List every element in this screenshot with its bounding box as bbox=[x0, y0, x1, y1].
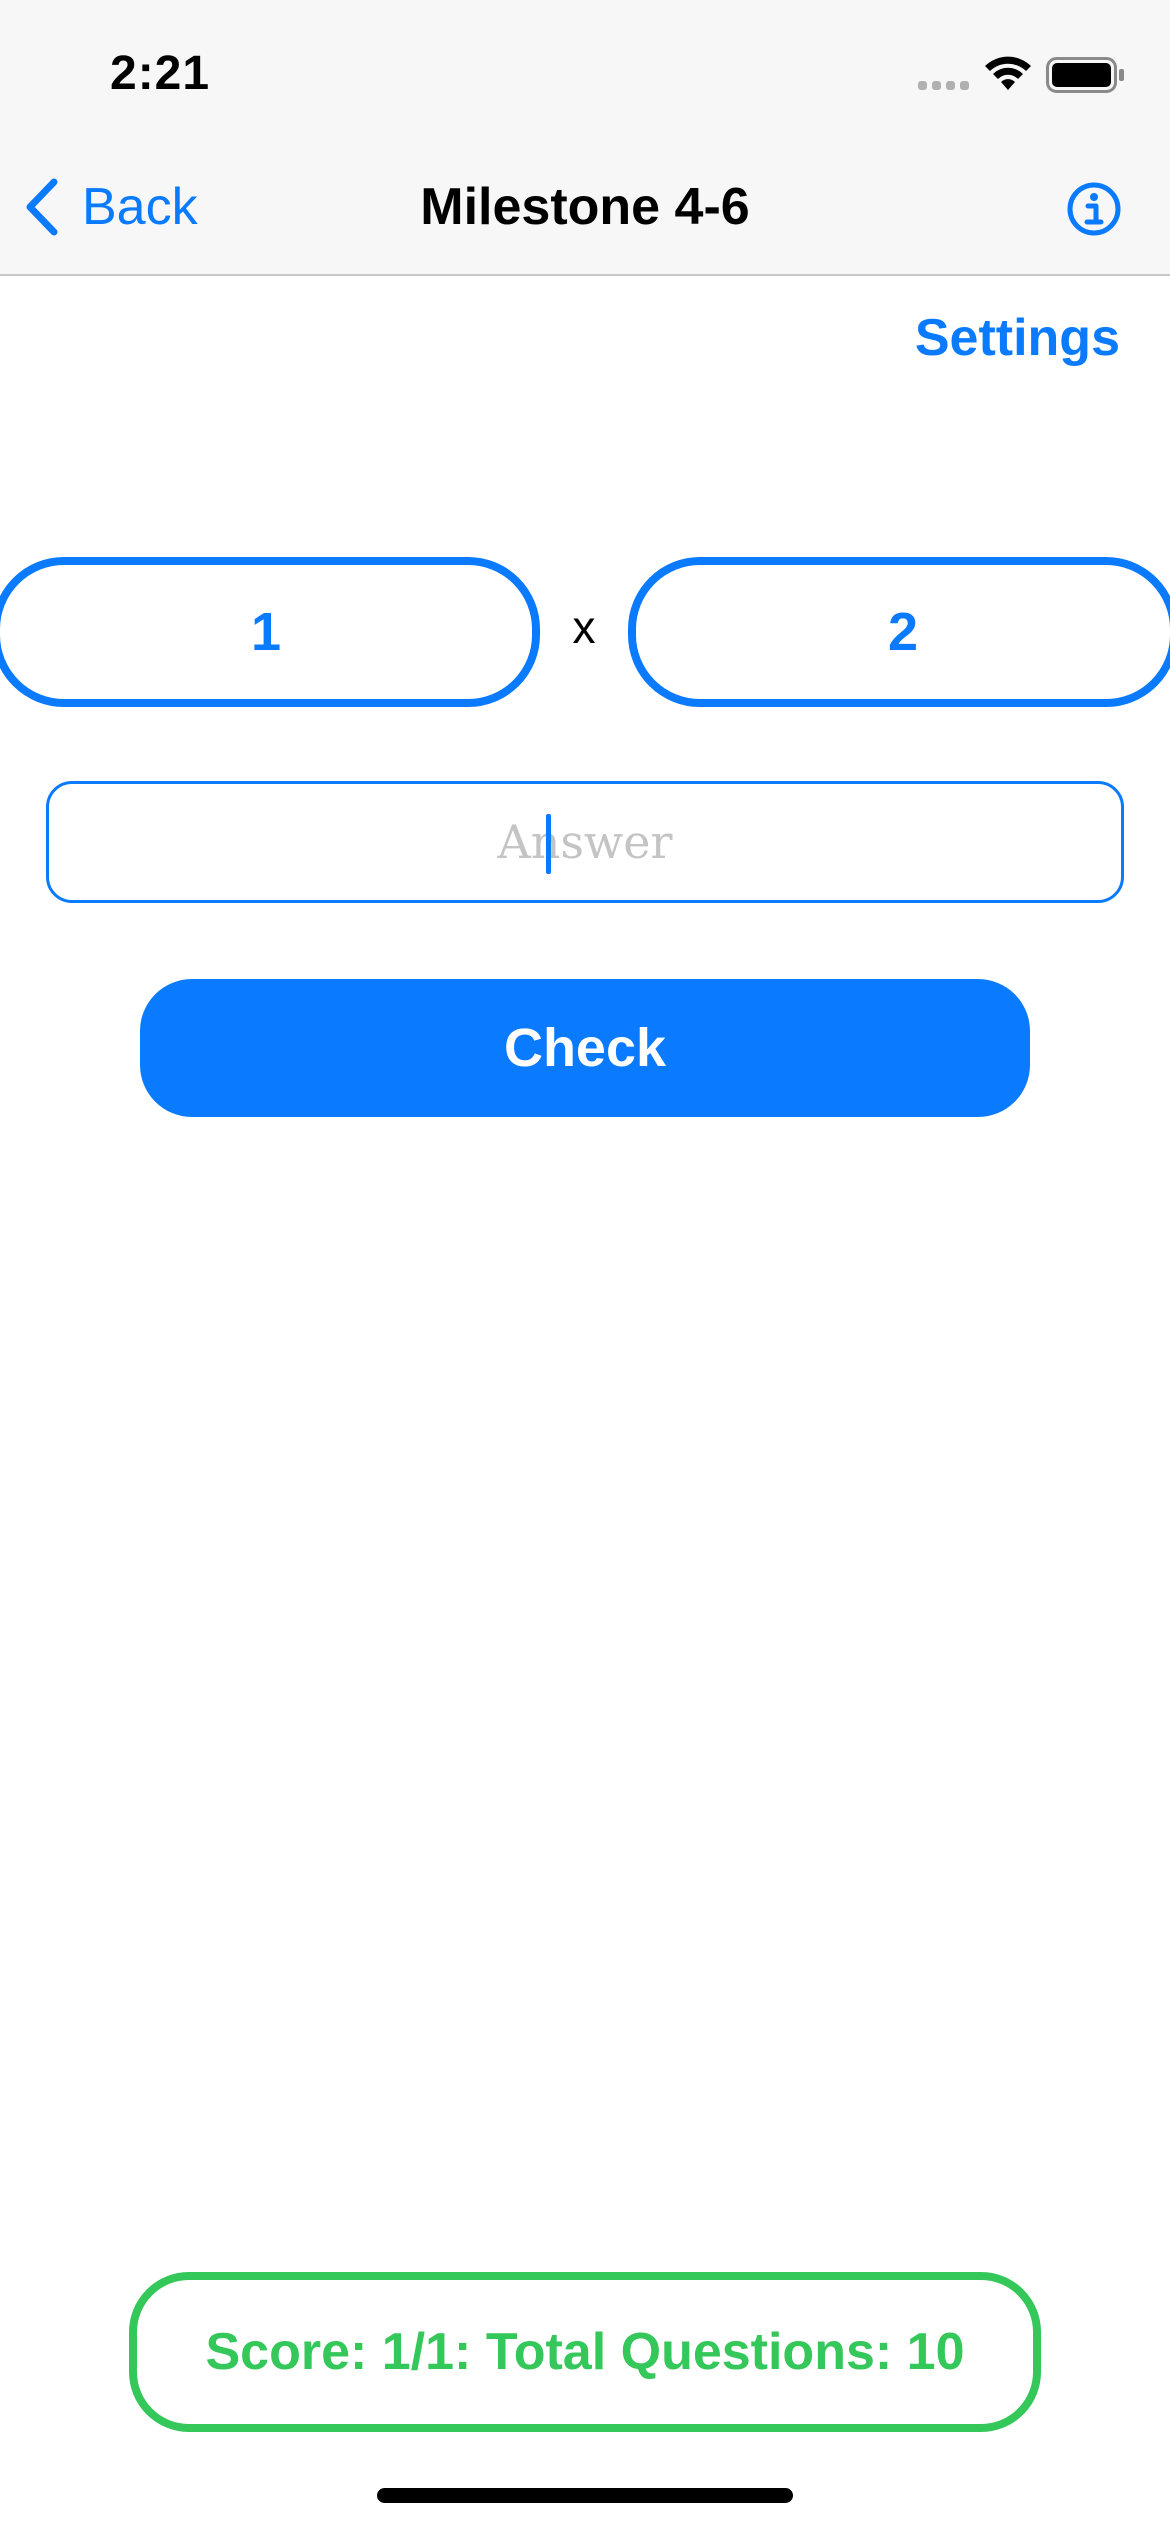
answer-field-container[interactable] bbox=[46, 781, 1124, 903]
multiply-operator: x bbox=[572, 601, 596, 653]
home-indicator bbox=[377, 2488, 793, 2503]
answer-input[interactable] bbox=[49, 784, 1121, 900]
cellular-signal-icon bbox=[918, 81, 969, 90]
battery-icon bbox=[1046, 57, 1124, 93]
page-title: Milestone 4-6 bbox=[420, 178, 750, 236]
text-caret bbox=[546, 814, 551, 874]
operand-a-box: 1 bbox=[0, 557, 540, 707]
status-time: 2:21 bbox=[110, 47, 211, 100]
operand-b-box: 2 bbox=[628, 557, 1170, 707]
check-button[interactable]: Check bbox=[140, 979, 1030, 1117]
wifi-icon bbox=[985, 56, 1031, 90]
score-badge: Score: 1/1: Total Questions: 10 bbox=[129, 2272, 1041, 2432]
top-bar: 2:21 Back Milestone 4-6 bbox=[0, 0, 1170, 276]
settings-button[interactable]: Settings bbox=[915, 308, 1120, 368]
info-icon[interactable] bbox=[1066, 181, 1122, 237]
